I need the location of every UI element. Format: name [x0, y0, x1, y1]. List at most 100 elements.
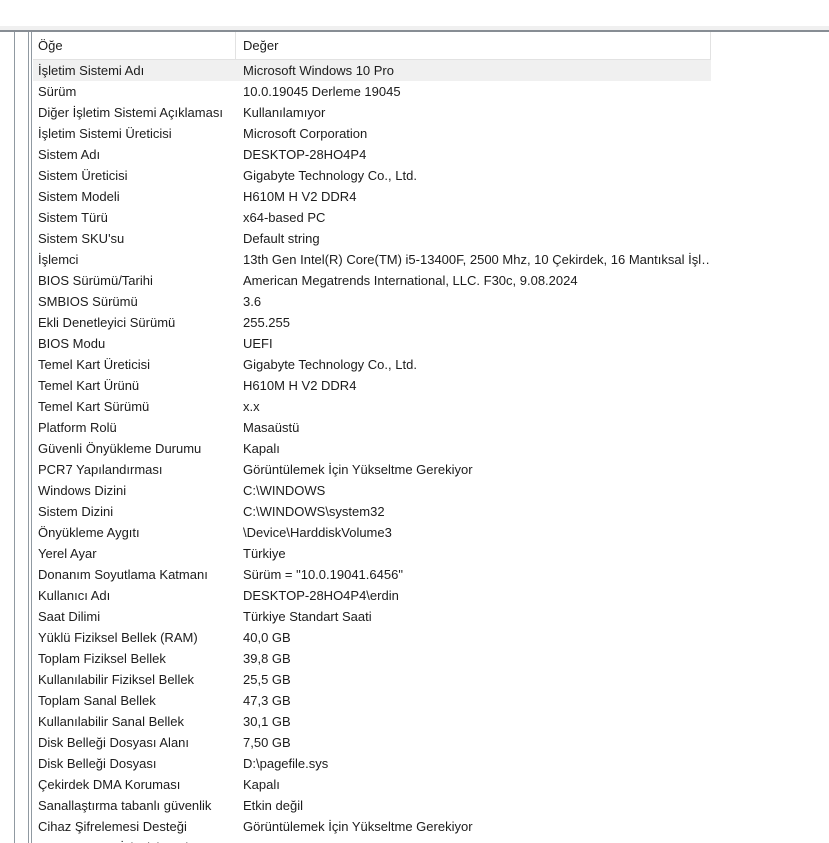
table-row[interactable]: Ekli Denetleyici Sürümü 255.255	[33, 312, 711, 333]
listview-border-outer	[28, 32, 29, 843]
row-value-cell: \Device\HarddiskVolume3	[243, 525, 392, 540]
row-item-cell: Sistem Türü	[38, 210, 108, 225]
row-value-cell: Masaüstü	[243, 420, 300, 435]
table-row[interactable]: Çekirdek DMA Koruması Kapalı	[33, 774, 711, 795]
row-item-cell: Ekli Denetleyici Sürümü	[38, 315, 176, 330]
row-item-cell: Kullanıcı Adı	[38, 588, 111, 603]
table-row[interactable]: Yüklü Fiziksel Bellek (RAM) 40,0 GB	[33, 627, 711, 648]
table-row[interactable]: Sistem SKU'su Default string	[33, 228, 711, 249]
table-row[interactable]: BIOS Sürümü/Tarihi American Megatrends I…	[33, 270, 711, 291]
table-row[interactable]: Cihaz Şifrelemesi Desteği Görüntülemek İ…	[33, 816, 711, 837]
row-item-cell: İşlemci	[38, 252, 79, 267]
column-header-value[interactable]: Değer	[236, 32, 711, 59]
row-item-cell: Diğer İşletim Sistemi Açıklaması	[38, 105, 223, 120]
listview-border-inner	[31, 32, 32, 843]
table-row[interactable]: Donanım Soyutlama Katmanı Sürüm = "10.0.…	[33, 564, 711, 585]
tree-pane-divider[interactable]	[14, 32, 15, 843]
row-value-cell: Görüntülemek İçin Yükseltme Gerekiyor	[243, 819, 473, 834]
table-row[interactable]: Temel Kart Üreticisi Gigabyte Technology…	[33, 354, 711, 375]
row-item-cell: Sanallaştırma tabanlı güvenlik	[38, 798, 212, 813]
row-item-cell: Sistem Modeli	[38, 189, 120, 204]
row-item-cell: Saat Dilimi	[38, 609, 101, 624]
row-item-cell: Sürüm	[38, 84, 77, 99]
row-value-cell: 39,8 GB	[243, 651, 291, 666]
table-row[interactable]: Saat Dilimi Türkiye Standart Saati	[33, 606, 711, 627]
table-row[interactable]: Hyper-V - VM İzleyici Modu Uzantıları Ev…	[33, 837, 711, 843]
listview-header: Öğe Değer	[33, 32, 711, 60]
row-item-cell: Disk Belleği Dosyası Alanı	[38, 735, 190, 750]
table-row[interactable]: Sistem Dizini C:\WINDOWS\system32	[33, 501, 711, 522]
system-summary-table-body: İşletim Sistemi Adı Microsoft Windows 10…	[33, 60, 711, 843]
row-value-cell: DESKTOP-28HO4P4	[243, 147, 367, 162]
row-value-cell: Gigabyte Technology Co., Ltd.	[243, 357, 417, 372]
table-row[interactable]: Yerel Ayar Türkiye	[33, 543, 711, 564]
table-row[interactable]: Disk Belleği Dosyası D:\pagefile.sys	[33, 753, 711, 774]
table-row[interactable]: SMBIOS Sürümü 3.6	[33, 291, 711, 312]
table-row[interactable]: Önyükleme Aygıtı \Device\HarddiskVolume3	[33, 522, 711, 543]
row-item-cell: BIOS Modu	[38, 336, 106, 351]
row-value-cell: 13th Gen Intel(R) Core(TM) i5-13400F, 25…	[243, 252, 711, 267]
system-summary-listview: Öğe Değer İşletim Sistemi Adı Microsoft …	[33, 32, 829, 843]
table-row[interactable]: Temel Kart Ürünü H610M H V2 DDR4	[33, 375, 711, 396]
row-item-cell: Güvenli Önyükleme Durumu	[38, 441, 202, 456]
row-value-cell: Microsoft Corporation	[243, 126, 368, 141]
row-item-cell: Çekirdek DMA Koruması	[38, 777, 181, 792]
row-item-cell: Temel Kart Üreticisi	[38, 357, 150, 372]
row-item-cell: İşletim Sistemi Üreticisi	[38, 126, 172, 141]
table-row[interactable]: Platform Rolü Masaüstü	[33, 417, 711, 438]
table-row[interactable]: Sistem Adı DESKTOP-28HO4P4	[33, 144, 711, 165]
table-row[interactable]: İşletim Sistemi Adı Microsoft Windows 10…	[33, 60, 711, 81]
row-item-cell: Temel Kart Sürümü	[38, 399, 150, 414]
table-row[interactable]: Disk Belleği Dosyası Alanı 7,50 GB	[33, 732, 711, 753]
table-row[interactable]: Windows Dizini C:\WINDOWS	[33, 480, 711, 501]
table-row[interactable]: Sistem Modeli H610M H V2 DDR4	[33, 186, 711, 207]
table-row[interactable]: Diğer İşletim Sistemi Açıklaması Kullanı…	[33, 102, 711, 123]
row-value-cell: DESKTOP-28HO4P4\erdin	[243, 588, 399, 603]
table-row[interactable]: Toplam Fiziksel Bellek 39,8 GB	[33, 648, 711, 669]
row-item-cell: SMBIOS Sürümü	[38, 294, 138, 309]
table-row[interactable]: Sistem Türü x64-based PC	[33, 207, 711, 228]
row-item-cell: Sistem Dizini	[38, 504, 114, 519]
table-row[interactable]: Toplam Sanal Bellek 47,3 GB	[33, 690, 711, 711]
row-item-cell: Temel Kart Ürünü	[38, 378, 140, 393]
row-value-cell: 3.6	[243, 294, 262, 309]
row-item-cell: Kullanılabilir Fiziksel Bellek	[38, 672, 195, 687]
table-row[interactable]: Sanallaştırma tabanlı güvenlik Etkin değ…	[33, 795, 711, 816]
table-row[interactable]: Güvenli Önyükleme Durumu Kapalı	[33, 438, 711, 459]
table-row[interactable]: İşletim Sistemi Üreticisi Microsoft Corp…	[33, 123, 711, 144]
table-row[interactable]: Temel Kart Sürümü x.x	[33, 396, 711, 417]
row-item-cell: Toplam Fiziksel Bellek	[38, 651, 166, 666]
row-value-cell: Kapalı	[243, 441, 280, 456]
row-item-cell: Önyükleme Aygıtı	[38, 525, 140, 540]
row-value-cell: Default string	[243, 231, 320, 246]
row-item-cell: Disk Belleği Dosyası	[38, 756, 157, 771]
row-value-cell: Kullanılamıyor	[243, 105, 326, 120]
table-row[interactable]: İşlemci 13th Gen Intel(R) Core(TM) i5-13…	[33, 249, 711, 270]
row-item-cell: Yerel Ayar	[38, 546, 97, 561]
table-row[interactable]: Kullanılabilir Sanal Bellek 30,1 GB	[33, 711, 711, 732]
row-value-cell: 25,5 GB	[243, 672, 291, 687]
column-header-item[interactable]: Öğe	[33, 32, 236, 59]
row-item-cell: Windows Dizini	[38, 483, 127, 498]
row-item-cell: BIOS Sürümü/Tarihi	[38, 273, 153, 288]
table-row[interactable]: Sürüm 10.0.19045 Derleme 19045	[33, 81, 711, 102]
row-value-cell: Türkiye	[243, 546, 286, 561]
row-value-cell: Türkiye Standart Saati	[243, 609, 372, 624]
row-item-cell: PCR7 Yapılandırması	[38, 462, 163, 477]
row-value-cell: 47,3 GB	[243, 693, 291, 708]
row-item-cell: İşletim Sistemi Adı	[38, 63, 145, 78]
row-item-cell: Platform Rolü	[38, 420, 117, 435]
row-value-cell: 40,0 GB	[243, 630, 291, 645]
table-row[interactable]: Kullanıcı Adı DESKTOP-28HO4P4\erdin	[33, 585, 711, 606]
row-item-cell: Yüklü Fiziksel Bellek (RAM)	[38, 630, 198, 645]
row-item-cell: Sistem SKU'su	[38, 231, 125, 246]
row-value-cell: x.x	[243, 399, 260, 414]
row-value-cell: H610M H V2 DDR4	[243, 189, 357, 204]
row-value-cell: 255.255	[243, 315, 290, 330]
row-item-cell: Donanım Soyutlama Katmanı	[38, 567, 208, 582]
table-row[interactable]: BIOS Modu UEFI	[33, 333, 711, 354]
row-value-cell: x64-based PC	[243, 210, 326, 225]
table-row[interactable]: Sistem Üreticisi Gigabyte Technology Co.…	[33, 165, 711, 186]
table-row[interactable]: Kullanılabilir Fiziksel Bellek 25,5 GB	[33, 669, 711, 690]
table-row[interactable]: PCR7 Yapılandırması Görüntülemek İçin Yü…	[33, 459, 711, 480]
